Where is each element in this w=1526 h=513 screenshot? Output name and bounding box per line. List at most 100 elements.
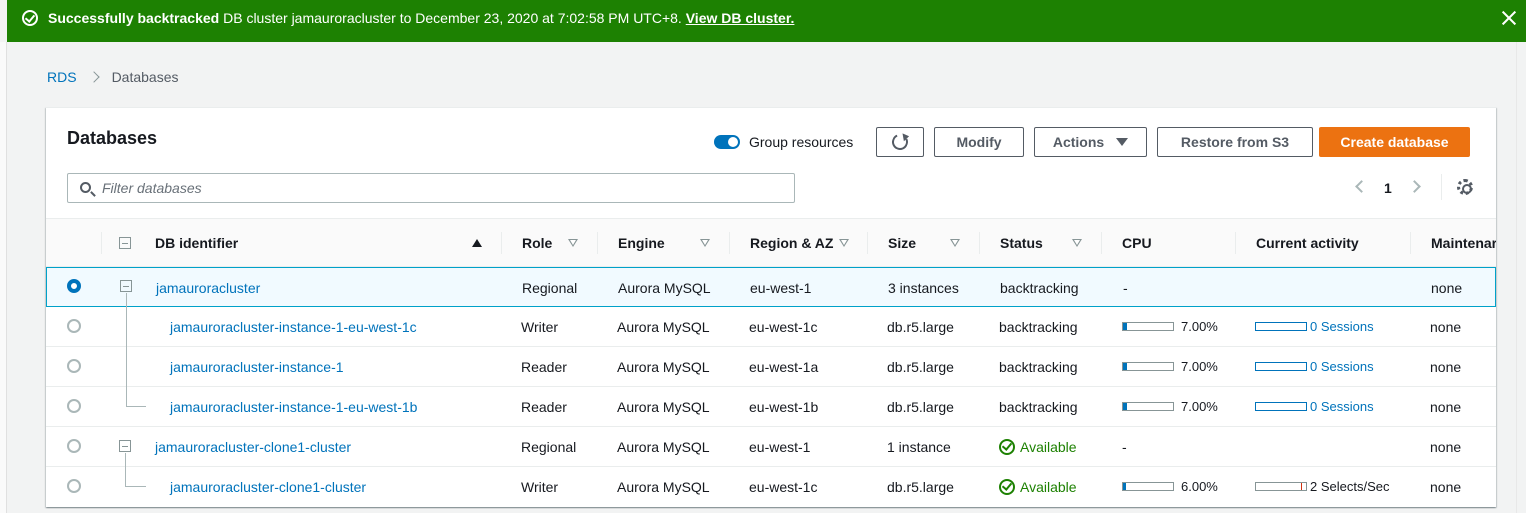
table-row[interactable]: jamauroracluster-clone1-cluster Writer A…: [46, 467, 1496, 507]
column-divider: [729, 232, 730, 254]
table-row[interactable]: jamauroracluster-clone1-cluster Regional…: [46, 427, 1496, 467]
column-divider: [979, 232, 980, 254]
role-cell: Writer: [521, 319, 559, 335]
cpu-bar-fill: [1123, 483, 1126, 490]
refresh-icon: [889, 131, 911, 153]
selects-per-sec: 2 Selects/Sec: [1310, 479, 1390, 494]
breadcrumb-rds-link[interactable]: RDS: [47, 69, 77, 85]
modify-button[interactable]: Modify: [934, 127, 1024, 157]
col-role[interactable]: Role: [522, 235, 552, 251]
size-cell: db.r5.large: [887, 359, 954, 375]
cpu-cell: -: [1123, 280, 1128, 296]
row-radio[interactable]: [67, 319, 81, 333]
refresh-button[interactable]: [876, 127, 924, 157]
sort-icon[interactable]: [568, 239, 578, 247]
col-region-az[interactable]: Region & AZ: [750, 235, 833, 251]
sort-ascending-icon[interactable]: [472, 239, 482, 247]
db-identifier-link[interactable]: jamauroracluster: [156, 280, 260, 296]
db-identifier-link[interactable]: jamauroracluster-instance-1: [170, 359, 344, 375]
page-title: Databases: [67, 128, 158, 148]
view-db-cluster-link[interactable]: View DB cluster.: [686, 10, 795, 26]
row-radio[interactable]: [67, 439, 81, 453]
db-identifier-link[interactable]: jamauroracluster-clone1-cluster: [155, 439, 351, 455]
page-number[interactable]: 1: [1384, 180, 1392, 196]
role-cell: Writer: [521, 479, 559, 495]
tree-line: [125, 486, 146, 487]
region-cell: eu-west-1: [749, 439, 811, 455]
row-radio[interactable]: [67, 479, 81, 493]
col-size[interactable]: Size: [888, 235, 916, 251]
row-radio-selected[interactable]: [67, 279, 81, 293]
table-row[interactable]: jamauroracluster Regional Aurora MySQL e…: [46, 267, 1496, 308]
sort-icon[interactable]: [1072, 239, 1082, 247]
gear-icon[interactable]: [1457, 179, 1473, 195]
status-cell: Available: [1020, 439, 1077, 455]
sessions-link[interactable]: 0 Sessions: [1310, 359, 1374, 374]
tree-line: [125, 467, 126, 487]
engine-cell: Aurora MySQL: [617, 439, 710, 455]
collapse-all-icon[interactable]: [119, 237, 131, 249]
column-divider: [1235, 232, 1236, 254]
sessions-link[interactable]: 0 Sessions: [1310, 399, 1374, 414]
column-divider: [867, 232, 868, 254]
cpu-bar: [1122, 322, 1174, 331]
table-row[interactable]: jamauroracluster-instance-1-eu-west-1b R…: [46, 387, 1496, 427]
tree-line: [125, 453, 126, 467]
col-engine[interactable]: Engine: [618, 235, 665, 251]
cpu-bar-fill: [1123, 363, 1127, 370]
actions-button[interactable]: Actions: [1034, 127, 1147, 157]
flash-title: Successfully backtracked: [48, 10, 220, 26]
available-check-icon: [999, 439, 1015, 455]
cpu-cell: 7.00%: [1181, 359, 1218, 374]
row-radio[interactable]: [67, 399, 81, 413]
column-divider: [101, 232, 102, 254]
success-check-icon: [22, 10, 38, 26]
create-database-button[interactable]: Create database: [1319, 127, 1470, 157]
cpu-cell: 6.00%: [1181, 479, 1218, 494]
col-cpu[interactable]: CPU: [1122, 235, 1152, 251]
size-cell: 1 instance: [887, 439, 951, 455]
collapse-group-icon[interactable]: [120, 280, 132, 292]
table-row[interactable]: jamauroracluster-instance-1-eu-west-1c W…: [46, 307, 1496, 347]
table-header: DB identifier Role Engine Region & AZ Si…: [46, 218, 1496, 267]
scrollbar-gutter[interactable]: [1516, 42, 1526, 513]
group-resources-toggle[interactable]: [714, 135, 740, 149]
col-status[interactable]: Status: [1000, 235, 1043, 251]
next-page-icon[interactable]: [1408, 180, 1421, 193]
maintenance-cell: none: [1431, 280, 1463, 296]
restore-button-label: Restore from S3: [1180, 134, 1290, 150]
filter-databases-input[interactable]: [102, 179, 782, 197]
col-db-identifier[interactable]: DB identifier: [155, 235, 238, 251]
table-row[interactable]: jamauroracluster-instance-1 Reader Auror…: [46, 347, 1496, 387]
cpu-cell: -: [1122, 439, 1127, 455]
db-identifier-link[interactable]: jamauroracluster-instance-1-eu-west-1b: [170, 399, 417, 415]
side-nav-collapsed[interactable]: [0, 42, 7, 513]
sessions-link[interactable]: 0 Sessions: [1310, 319, 1374, 334]
actions-button-label: Actions: [1052, 134, 1105, 150]
column-divider: [597, 232, 598, 254]
maintenance-cell: none: [1430, 319, 1462, 335]
restore-from-s3-button[interactable]: Restore from S3: [1157, 127, 1313, 157]
col-current-activity[interactable]: Current activity: [1256, 235, 1359, 251]
region-cell: eu-west-1c: [749, 479, 818, 495]
filter-databases-field[interactable]: [67, 173, 795, 203]
close-icon[interactable]: [1501, 10, 1517, 26]
sort-icon[interactable]: [700, 239, 710, 247]
role-cell: Reader: [521, 399, 567, 415]
modify-button-label: Modify: [956, 134, 1002, 150]
engine-cell: Aurora MySQL: [618, 280, 711, 296]
region-cell: eu-west-1c: [749, 319, 818, 335]
sort-icon[interactable]: [839, 239, 849, 247]
row-radio[interactable]: [67, 359, 81, 373]
cpu-bar-fill: [1123, 323, 1127, 330]
collapse-group-icon[interactable]: [119, 440, 131, 452]
databases-panel: Databases Group resources Modify Actions…: [46, 107, 1496, 507]
flash-message: Successfully backtracked DB cluster jama…: [48, 10, 794, 26]
breadcrumb-current: Databases: [111, 69, 179, 85]
db-identifier-link[interactable]: jamauroracluster-instance-1-eu-west-1c: [170, 319, 417, 335]
prev-page-icon[interactable]: [1355, 180, 1368, 193]
col-maintenance[interactable]: Maintenar: [1431, 235, 1496, 251]
db-identifier-link[interactable]: jamauroracluster-clone1-cluster: [170, 479, 366, 495]
sort-icon[interactable]: [950, 239, 960, 247]
column-divider: [1410, 232, 1411, 254]
